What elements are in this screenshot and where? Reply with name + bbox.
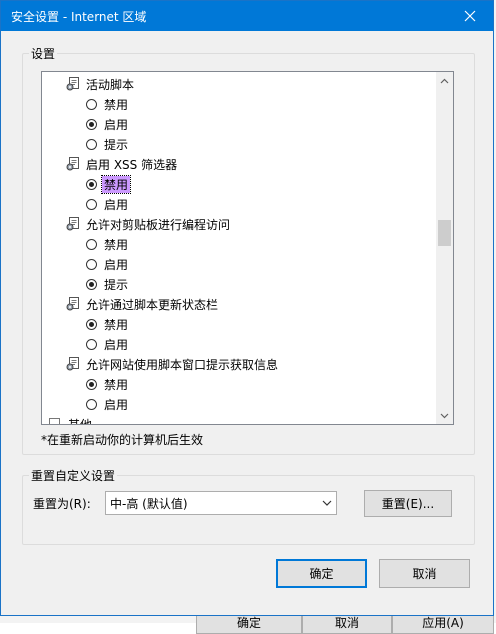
reset-level-select[interactable]: 中-高 (默认值) — [105, 491, 337, 515]
settings-option-label: 启用 — [104, 397, 129, 412]
radio-button[interactable] — [86, 318, 97, 330]
security-settings-dialog: 安全设置 - Internet 区域 设置 活动脚本 禁用 启用 提示 启用 XSS 筛… — [0, 0, 494, 616]
scroll-up-button[interactable] — [436, 72, 453, 89]
settings-document-icon — [66, 357, 79, 371]
ok-button[interactable]: 确定 — [276, 559, 367, 588]
reset-to-label: 重置为(R): — [33, 497, 91, 511]
scroll-down-button[interactable] — [436, 407, 453, 424]
reset-group-label: 重置自定义设置 — [29, 467, 118, 484]
settings-option-label: 启用 — [104, 197, 129, 212]
reset-level-value: 中-高 (默认值) — [110, 496, 188, 511]
settings-option-label: 启用 — [104, 257, 129, 272]
radio-button[interactable] — [86, 378, 97, 390]
chevron-down-icon — [322, 500, 332, 506]
radio-button[interactable] — [86, 178, 97, 190]
settings-category: 允许对剪贴板进行编程访问 — [66, 214, 230, 234]
title-bar: 安全设置 - Internet 区域 — [1, 1, 493, 31]
settings-option[interactable]: 禁用 — [86, 314, 128, 334]
settings-option[interactable]: 禁用 — [86, 94, 128, 114]
settings-category: 其他 — [48, 414, 92, 424]
scroll-thumb[interactable] — [438, 220, 451, 246]
settings-option-label: 禁用 — [104, 377, 129, 392]
radio-button[interactable] — [86, 118, 97, 130]
settings-category-label: 其他 — [68, 416, 92, 425]
settings-option[interactable]: 提示 — [86, 274, 128, 294]
settings-list-content: 活动脚本 禁用 启用 提示 启用 XSS 筛选器 禁用 启用 允许对剪贴板进行编程访问 禁用 启用… — [42, 72, 436, 424]
reset-button[interactable]: 重置(E)... — [364, 490, 452, 517]
settings-option[interactable]: 禁用 — [86, 174, 132, 194]
settings-document-icon — [66, 297, 79, 311]
settings-option[interactable]: 启用 — [86, 394, 128, 414]
parent-button-label: 取消 — [334, 616, 359, 630]
settings-option[interactable]: 启用 — [86, 334, 128, 354]
radio-button[interactable] — [86, 258, 97, 270]
settings-option-label: 提示 — [104, 277, 129, 292]
settings-option-label: 提示 — [104, 137, 129, 152]
settings-option[interactable]: 启用 — [86, 114, 128, 134]
parent-button-label: 确定 — [236, 616, 261, 630]
settings-category-label: 允许对剪贴板进行编程访问 — [86, 217, 231, 232]
settings-category: 启用 XSS 筛选器 — [66, 154, 177, 174]
settings-list[interactable]: 活动脚本 禁用 启用 提示 启用 XSS 筛选器 禁用 启用 允许对剪贴板进行编程访问 禁用 启用… — [41, 71, 454, 425]
chevron-up-icon — [440, 78, 449, 83]
settings-option-label: 启用 — [104, 337, 129, 352]
settings-document-icon — [66, 217, 79, 231]
reset-button-label: 重置(E)... — [381, 497, 435, 511]
settings-category-label: 允许通过脚本更新状态栏 — [86, 297, 219, 312]
radio-button[interactable] — [86, 398, 97, 410]
radio-button[interactable] — [86, 138, 97, 150]
settings-option-label: 启用 — [104, 117, 129, 132]
settings-group-label: 设置 — [29, 45, 58, 62]
restart-note: *在重新启动你的计算机后生效 — [41, 433, 204, 447]
settings-option-label: 禁用 — [104, 237, 129, 252]
settings-category: 活动脚本 — [66, 74, 134, 94]
parent-button-label: 应用(A) — [422, 616, 464, 630]
cancel-button-label: 取消 — [412, 567, 437, 581]
settings-category-label: 活动脚本 — [86, 77, 135, 92]
radio-button[interactable] — [86, 278, 97, 290]
close-button[interactable] — [447, 1, 493, 31]
radio-button[interactable] — [86, 238, 97, 250]
vertical-scrollbar[interactable] — [436, 72, 453, 424]
settings-option-label: 禁用 — [104, 317, 129, 332]
radio-button[interactable] — [86, 338, 97, 350]
settings-option-label: 禁用 — [100, 174, 132, 194]
settings-document-icon — [66, 77, 79, 91]
settings-category: 允许通过脚本更新状态栏 — [66, 294, 218, 314]
settings-option[interactable]: 禁用 — [86, 374, 128, 394]
cancel-button[interactable]: 取消 — [379, 559, 470, 588]
settings-option[interactable]: 启用 — [86, 254, 128, 274]
chevron-down-icon — [440, 413, 449, 418]
settings-option[interactable]: 启用 — [86, 194, 128, 214]
settings-document-icon — [66, 157, 79, 171]
settings-option-label: 禁用 — [104, 97, 129, 112]
radio-button[interactable] — [86, 98, 97, 110]
radio-button[interactable] — [86, 198, 97, 210]
settings-document-icon — [49, 418, 60, 424]
settings-option[interactable]: 提示 — [86, 134, 128, 154]
settings-option[interactable]: 禁用 — [86, 234, 128, 254]
settings-category-label: 允许网站使用脚本窗口提示获取信息 — [86, 357, 279, 372]
window-title: 安全设置 - Internet 区域 — [11, 10, 147, 24]
settings-category: 允许网站使用脚本窗口提示获取信息 — [66, 354, 278, 374]
settings-category-label: 启用 XSS 筛选器 — [86, 157, 178, 172]
close-icon — [464, 10, 476, 22]
ok-button-label: 确定 — [309, 567, 334, 581]
